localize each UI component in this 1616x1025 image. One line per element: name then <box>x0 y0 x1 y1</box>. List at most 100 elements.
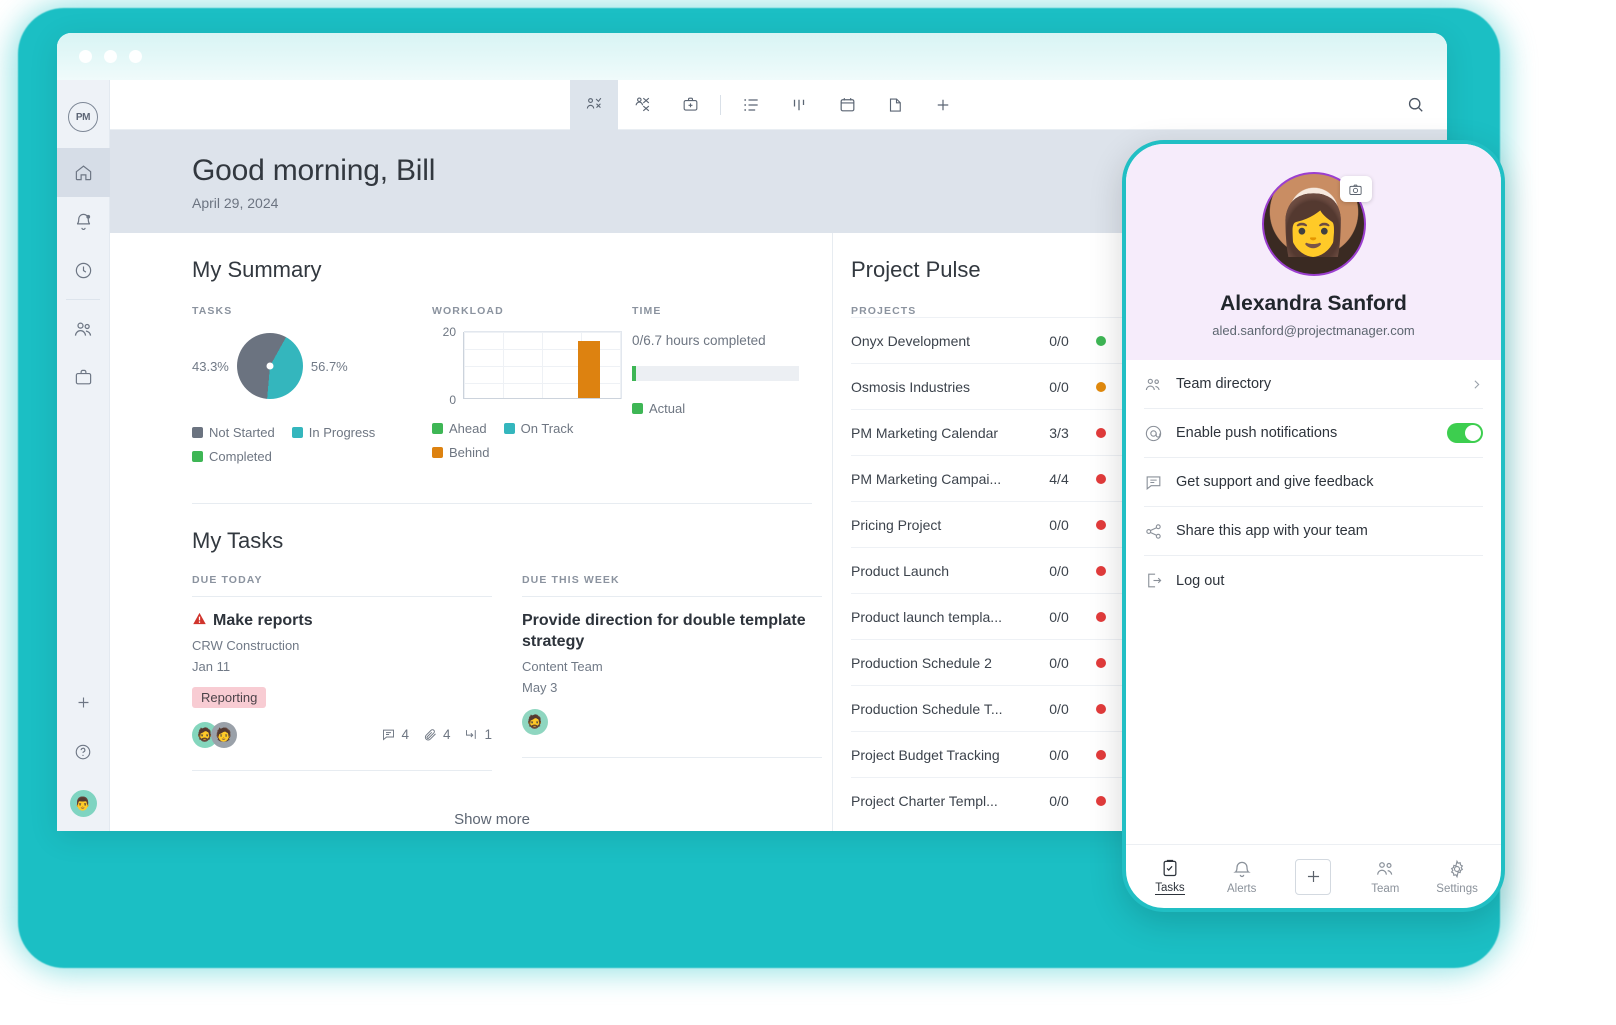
sidebar-help-button[interactable] <box>57 727 110 776</box>
app-logo[interactable]: PM <box>68 102 98 132</box>
window-close-dot[interactable] <box>79 50 92 63</box>
comment-icon <box>381 727 396 742</box>
menu-item-log-out[interactable]: Log out <box>1144 556 1483 605</box>
menu-item-label: Share this app with your team <box>1176 523 1368 539</box>
legend-label: Not Started <box>209 425 275 440</box>
bell-icon <box>1232 859 1252 879</box>
toolbar-workload-button[interactable] <box>618 80 666 130</box>
toolbar-portfolio-button[interactable] <box>666 80 714 130</box>
dependency-count[interactable]: 1 <box>464 727 492 742</box>
due-today-caption: DUE TODAY <box>192 574 263 586</box>
toolbar-list-button[interactable] <box>727 80 775 130</box>
time-legend: Actual <box>632 401 832 416</box>
gear-icon <box>1447 859 1467 879</box>
menu-item-get-support-and-give-feedback[interactable]: Get support and give feedback <box>1144 458 1483 507</box>
profile-name: Alexandra Sanford <box>1220 292 1407 315</box>
due-today-column: DUE TODAY Make reports CRW Construction <box>192 574 492 785</box>
mobile-app-window: 👩 Alexandra Sanford aled.sanford@project… <box>1122 140 1505 912</box>
dashboard-left-pane: My Summary TASKS 43.3% 56.7% Not Started… <box>110 233 833 831</box>
task-assignees[interactable]: 🧔 🧑 <box>192 721 237 748</box>
summary-workload-widget: WORKLOAD 20 0 Ahead On Track Behind <box>432 305 632 473</box>
menu-item-team-directory[interactable]: Team directory <box>1144 360 1483 409</box>
tab-label: Alerts <box>1226 882 1257 895</box>
change-photo-button[interactable] <box>1339 176 1372 202</box>
tasks-caption: TASKS <box>192 305 233 317</box>
legend-swatch <box>192 427 203 438</box>
toolbar-board-button[interactable] <box>775 80 823 130</box>
clipboard-icon <box>1160 858 1180 878</box>
status-badge <box>1079 565 1123 576</box>
tab-settings[interactable]: Settings <box>1425 859 1489 895</box>
window-maximize-dot[interactable] <box>129 50 142 63</box>
workload-bar-chart: 20 0 <box>443 325 622 407</box>
sidebar-item-portfolio[interactable] <box>57 353 110 402</box>
share-icon <box>1144 522 1176 541</box>
pie-label-right: 56.7% <box>310 358 348 374</box>
search-icon <box>1406 95 1425 114</box>
comment-count[interactable]: 4 <box>381 727 409 742</box>
tab-team[interactable]: Team <box>1353 858 1417 895</box>
sidebar-item-timesheets[interactable] <box>57 246 110 295</box>
add-button[interactable] <box>1295 858 1332 895</box>
avatar[interactable]: 👨 <box>69 790 97 817</box>
time-caption: TIME <box>632 305 662 317</box>
task-title-text: Provide direction for double template st… <box>522 612 806 650</box>
task-date: Jan 11 <box>192 658 231 674</box>
task-assignees[interactable]: 🧔 <box>522 708 548 735</box>
tab-add[interactable] <box>1281 858 1345 895</box>
menu-item-enable-push-notifications[interactable]: Enable push notifications <box>1144 409 1483 458</box>
calendar-icon <box>838 95 857 114</box>
tab-tasks[interactable]: Tasks <box>1138 858 1202 895</box>
project-name: Production Schedule T... <box>851 700 1003 717</box>
task-tag[interactable]: Reporting <box>192 686 267 708</box>
left-sidebar: PM 👨 <box>57 80 110 831</box>
window-minimize-dot[interactable] <box>104 50 117 63</box>
toolbar-divider <box>720 94 721 115</box>
bar-behind <box>578 341 600 398</box>
legend-label: In Progress <box>308 425 376 440</box>
project-name: Production Schedule 2 <box>851 654 992 671</box>
search-button[interactable] <box>1406 95 1425 114</box>
status-badge <box>1079 427 1123 438</box>
sidebar-divider <box>66 299 100 300</box>
tab-label: Team <box>1371 883 1400 895</box>
status-badge <box>1079 795 1123 806</box>
attachment-count[interactable]: 4 <box>423 727 450 742</box>
menu-item-share-this-app-with-your-team[interactable]: Share this app with your team <box>1144 507 1483 556</box>
task-card[interactable]: Make reports CRW Construction Jan 11 Rep… <box>192 611 492 771</box>
project-name: PM Marketing Campai... <box>851 470 1002 487</box>
sidebar-item-notifications[interactable] <box>57 197 110 246</box>
toolbar-page-button[interactable] <box>871 80 919 130</box>
push-notifications-toggle[interactable] <box>1447 423 1483 443</box>
clock-icon <box>74 261 93 280</box>
due-week-caption: DUE THIS WEEK <box>522 574 620 586</box>
tab-label: Tasks <box>1155 882 1185 895</box>
toolbar-add-view-button[interactable] <box>919 80 967 130</box>
task-separator <box>192 596 492 597</box>
show-more-button[interactable]: Show more <box>192 785 792 828</box>
status-badge <box>1079 381 1123 392</box>
sidebar-item-people[interactable] <box>57 304 110 353</box>
project-name: PM Marketing Calendar <box>851 424 999 441</box>
dependency-count-value: 1 <box>484 727 492 743</box>
project-name: Onyx Development <box>851 332 971 349</box>
dashboard-icon <box>585 95 604 114</box>
tab-alerts[interactable]: Alerts <box>1210 859 1274 895</box>
sidebar-item-home[interactable] <box>57 148 110 197</box>
task-date: May 3 <box>522 679 558 695</box>
task-separator <box>192 769 492 771</box>
profile-header: 👩 Alexandra Sanford aled.sanford@project… <box>1126 144 1501 360</box>
task-project: CRW Construction <box>192 637 300 653</box>
toolbar-calendar-button[interactable] <box>823 80 871 130</box>
legend-swatch <box>432 423 443 434</box>
project-name: Project Budget Tracking <box>851 746 1000 763</box>
time-progress-bar <box>632 366 799 381</box>
x-axis <box>463 398 621 399</box>
board-icon <box>790 96 808 114</box>
project-task-count: 0/0 <box>1049 608 1069 625</box>
toolbar-dashboard-button[interactable] <box>570 79 618 130</box>
project-task-count: 0/0 <box>1049 792 1069 809</box>
sidebar-add-button[interactable] <box>57 678 110 727</box>
task-card[interactable]: Provide direction for double template st… <box>522 611 822 758</box>
menu-item-label: Log out <box>1176 572 1225 589</box>
